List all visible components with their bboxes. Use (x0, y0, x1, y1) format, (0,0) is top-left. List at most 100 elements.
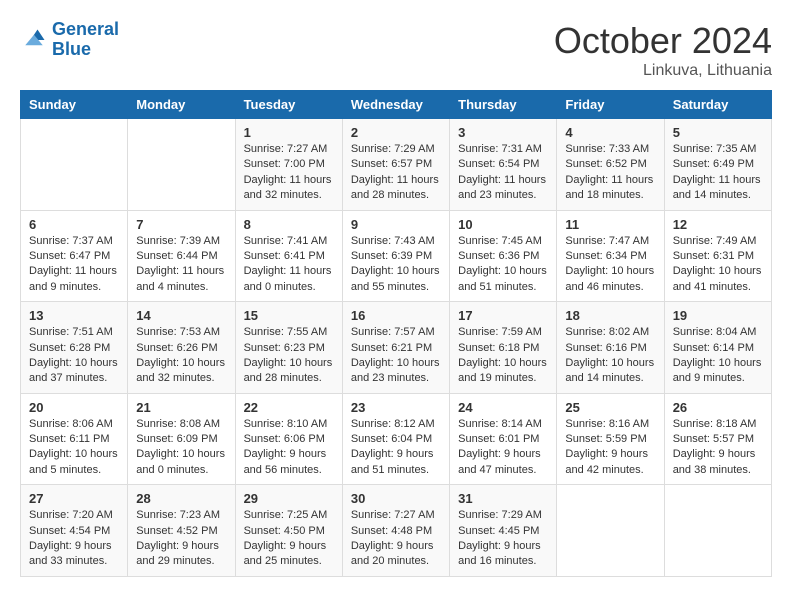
day-info: Sunrise: 7:53 AM (136, 325, 226, 340)
day-info: Daylight: 10 hours and 14 minutes. (565, 356, 655, 387)
day-info: Sunrise: 7:57 AM (351, 325, 441, 340)
calendar-cell: 27Sunrise: 7:20 AMSunset: 4:54 PMDayligh… (21, 485, 128, 577)
day-info: Sunrise: 8:08 AM (136, 417, 226, 432)
day-info: Sunset: 4:54 PM (29, 524, 119, 539)
day-info: Sunset: 6:36 PM (458, 249, 548, 264)
calendar-cell: 15Sunrise: 7:55 AMSunset: 6:23 PMDayligh… (235, 302, 342, 394)
column-header-monday: Monday (128, 91, 235, 119)
calendar-cell: 6Sunrise: 7:37 AMSunset: 6:47 PMDaylight… (21, 210, 128, 302)
calendar-cell: 11Sunrise: 7:47 AMSunset: 6:34 PMDayligh… (557, 210, 664, 302)
day-info: Sunrise: 7:25 AM (244, 508, 334, 523)
column-header-saturday: Saturday (664, 91, 771, 119)
day-info: Daylight: 9 hours and 42 minutes. (565, 447, 655, 478)
location-subtitle: Linkuva, Lithuania (554, 62, 772, 80)
day-info: Sunset: 4:45 PM (458, 524, 548, 539)
day-info: Sunset: 6:39 PM (351, 249, 441, 264)
day-info: Daylight: 10 hours and 41 minutes. (673, 264, 763, 295)
calendar-header-row: SundayMondayTuesdayWednesdayThursdayFrid… (21, 91, 772, 119)
day-info: Daylight: 10 hours and 23 minutes. (351, 356, 441, 387)
day-info: Sunset: 6:01 PM (458, 432, 548, 447)
day-info: Sunrise: 7:35 AM (673, 142, 763, 157)
day-info: Daylight: 11 hours and 14 minutes. (673, 173, 763, 204)
calendar-cell: 31Sunrise: 7:29 AMSunset: 4:45 PMDayligh… (450, 485, 557, 577)
day-info: Sunset: 6:18 PM (458, 341, 548, 356)
day-info: Sunset: 6:09 PM (136, 432, 226, 447)
day-info: Sunset: 6:28 PM (29, 341, 119, 356)
calendar-cell: 18Sunrise: 8:02 AMSunset: 6:16 PMDayligh… (557, 302, 664, 394)
column-header-wednesday: Wednesday (342, 91, 449, 119)
day-info: Daylight: 11 hours and 4 minutes. (136, 264, 226, 295)
calendar-body: 1Sunrise: 7:27 AMSunset: 7:00 PMDaylight… (21, 119, 772, 577)
day-number: 24 (458, 400, 548, 415)
calendar-cell: 7Sunrise: 7:39 AMSunset: 6:44 PMDaylight… (128, 210, 235, 302)
calendar-cell: 29Sunrise: 7:25 AMSunset: 4:50 PMDayligh… (235, 485, 342, 577)
title-block: October 2024 Linkuva, Lithuania (554, 20, 772, 80)
day-info: Sunrise: 7:51 AM (29, 325, 119, 340)
calendar-cell: 19Sunrise: 8:04 AMSunset: 6:14 PMDayligh… (664, 302, 771, 394)
calendar-cell: 12Sunrise: 7:49 AMSunset: 6:31 PMDayligh… (664, 210, 771, 302)
week-row-5: 27 Sunrise: 7:20 AMSunset: 4:54 PM Dayligh… (21, 485, 772, 577)
day-info: Daylight: 9 hours and 47 minutes. (458, 447, 548, 478)
day-info: Sunrise: 7:20 AM (29, 508, 119, 523)
week-row-3: 13Sunrise: 7:51 AMSunset: 6:28 PMDayligh… (21, 302, 772, 394)
calendar-cell: 24 Sunrise: 8:14 AMSunset: 6:01 PMDayligh… (450, 393, 557, 485)
day-info: Sunset: 6:49 PM (673, 157, 763, 172)
logo: General Blue (20, 20, 119, 60)
day-info: Sunset: 6:34 PM (565, 249, 655, 264)
calendar-cell: 9 Sunrise: 7:43 AMSunset: 6:39 PMDaylight… (342, 210, 449, 302)
day-info: Sunrise: 7:29 AM (351, 142, 441, 157)
day-number: 9 (351, 217, 441, 232)
calendar-cell: 5 Sunrise: 7:35 AMSunset: 6:49 PMDaylight… (664, 119, 771, 211)
day-info: Daylight: 11 hours and 32 minutes. (244, 173, 334, 204)
day-info: Sunrise: 7:29 AM (458, 508, 548, 523)
calendar-cell: 25Sunrise: 8:16 AMSunset: 5:59 PMDayligh… (557, 393, 664, 485)
day-info: Daylight: 9 hours and 38 minutes. (673, 447, 763, 478)
day-info: Sunset: 6:11 PM (29, 432, 119, 447)
day-info: Daylight: 9 hours and 29 minutes. (136, 539, 226, 570)
logo-icon (20, 26, 48, 54)
day-number: 29 (244, 491, 334, 506)
day-number: 28 (136, 491, 226, 506)
week-row-4: 20Sunrise: 8:06 AMSunset: 6:11 PMDayligh… (21, 393, 772, 485)
day-number: 26 (673, 400, 763, 415)
logo-text: General Blue (52, 20, 119, 60)
day-info: Sunset: 6:41 PM (244, 249, 334, 264)
calendar-cell: 4Sunrise: 7:33 AMSunset: 6:52 PMDaylight… (557, 119, 664, 211)
day-number: 5 (673, 125, 763, 140)
day-info: Sunset: 6:44 PM (136, 249, 226, 264)
day-info: Sunset: 6:04 PM (351, 432, 441, 447)
day-info: Sunrise: 7:27 AM (244, 142, 334, 157)
day-info: Daylight: 10 hours and 37 minutes. (29, 356, 119, 387)
day-info: Sunrise: 8:14 AM (458, 417, 548, 432)
day-info: Sunset: 4:52 PM (136, 524, 226, 539)
day-info: Sunset: 6:57 PM (351, 157, 441, 172)
calendar-cell: 3Sunrise: 7:31 AMSunset: 6:54 PMDaylight… (450, 119, 557, 211)
day-info: Daylight: 10 hours and 51 minutes. (458, 264, 548, 295)
column-header-thursday: Thursday (450, 91, 557, 119)
day-info: Sunrise: 7:45 AM (458, 234, 548, 249)
day-info: Daylight: 10 hours and 19 minutes. (458, 356, 548, 387)
day-info: Daylight: 10 hours and 32 minutes. (136, 356, 226, 387)
day-number: 27 (29, 491, 119, 506)
column-header-friday: Friday (557, 91, 664, 119)
day-info: Sunrise: 7:49 AM (673, 234, 763, 249)
day-info: Sunrise: 7:33 AM (565, 142, 655, 157)
day-info: Sunrise: 8:12 AM (351, 417, 441, 432)
day-number: 23 (351, 400, 441, 415)
day-number: 16 (351, 308, 441, 323)
day-number: 14 (136, 308, 226, 323)
day-info: Sunrise: 7:43 AM (351, 234, 441, 249)
calendar-cell: 23Sunrise: 8:12 AMSunset: 6:04 PMDayligh… (342, 393, 449, 485)
page-header: General Blue October 2024 Linkuva, Lithu… (20, 20, 772, 80)
day-info: Daylight: 9 hours and 25 minutes. (244, 539, 334, 570)
calendar-cell: 16Sunrise: 7:57 AMSunset: 6:21 PMDayligh… (342, 302, 449, 394)
calendar-table: SundayMondayTuesdayWednesdayThursdayFrid… (20, 90, 772, 577)
day-info: Daylight: 9 hours and 20 minutes. (351, 539, 441, 570)
day-info: Sunrise: 7:47 AM (565, 234, 655, 249)
day-info: Sunrise: 8:06 AM (29, 417, 119, 432)
day-info: Daylight: 11 hours and 9 minutes. (29, 264, 119, 295)
calendar-cell (128, 119, 235, 211)
day-info: Daylight: 10 hours and 55 minutes. (351, 264, 441, 295)
calendar-cell: 10Sunrise: 7:45 AMSunset: 6:36 PMDayligh… (450, 210, 557, 302)
day-info: Daylight: 9 hours and 56 minutes. (244, 447, 334, 478)
